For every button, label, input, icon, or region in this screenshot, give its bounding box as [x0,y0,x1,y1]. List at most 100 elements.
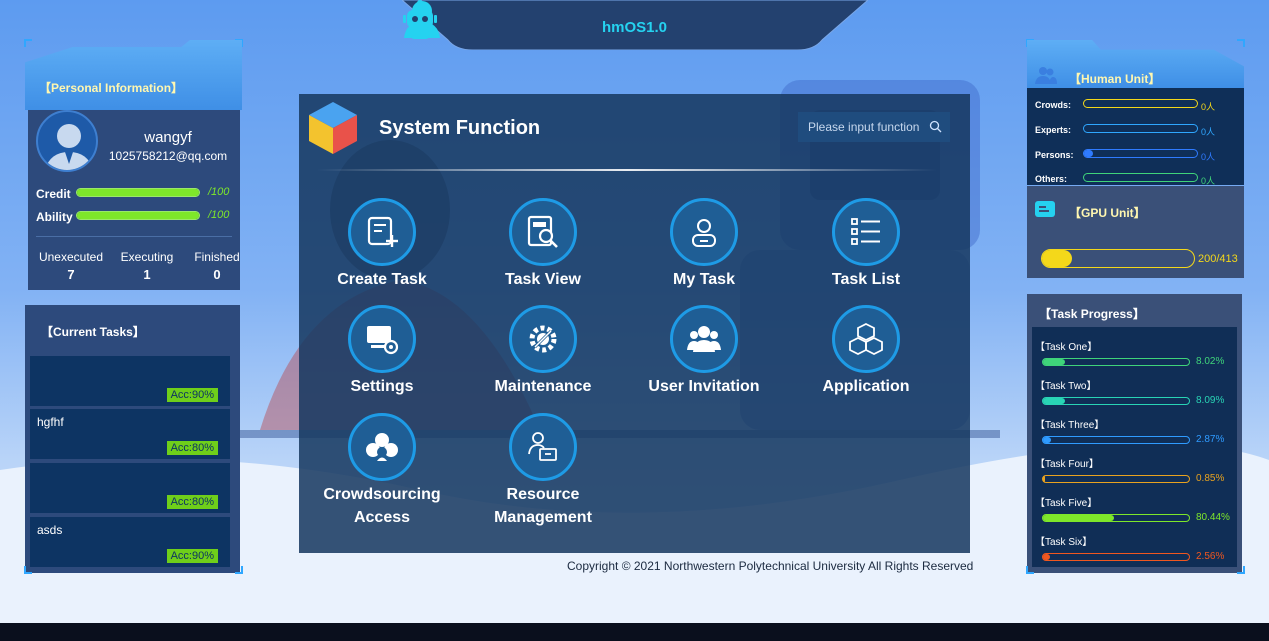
panel-corner [1237,566,1245,574]
task-progress-panel: 【Task Progress】 【Task One】 8.02% 【Task T… [1026,294,1245,574]
user-name: wangyf [144,129,192,146]
task-progress-name: 【Task Two】 [1035,381,1097,392]
ability-bar [76,211,200,220]
my-task-button[interactable]: My Task [634,198,774,291]
tile-label: Settings [350,378,414,395]
personal-info-body: wangyf 1025758212@qq.com Credit /100 Abi… [28,110,240,290]
application-icon [849,322,883,356]
task-card[interactable]: hgfhf Acc:80% [30,409,230,459]
user-invitation-button[interactable]: User Invitation [634,305,774,398]
gpu-usage-bar-fill [1042,250,1073,267]
tile-ring [348,198,416,266]
count-label: Unexecuted [38,250,104,264]
application-button[interactable]: Application [796,305,936,398]
gpu-icon [1035,201,1055,217]
user-invitation-icon [687,326,721,352]
resource-management-icon [528,432,557,461]
cube-logo-icon [309,102,357,154]
human-unit-bar-fill [1084,150,1094,157]
robot-icon [403,0,437,39]
task-progress-bar-fill [1043,554,1051,560]
task-card[interactable]: asds Acc:90% [30,517,230,567]
create-task-button[interactable]: Create Task [312,198,452,291]
task-card[interactable]: Acc:90% [30,356,230,406]
tile-ring [348,305,416,373]
human-unit-value: 0人 [1201,127,1216,137]
executing-count[interactable]: Executing 1 [112,250,182,282]
tile-label: Task View [505,271,581,288]
maintenance-icon [529,325,557,353]
finished-count[interactable]: Finished 0 [182,250,252,282]
task-progress-bar-fill [1043,476,1046,482]
ability-bar-fill [77,212,199,219]
task-progress-value: 8.09% [1196,395,1225,406]
task-view-icon [527,215,558,248]
task-list-icon [851,218,880,245]
divider [36,236,232,237]
task-progress-bar-fill [1043,515,1114,521]
count-value: 1 [143,267,151,282]
settings-button[interactable]: Settings [312,305,452,398]
user-email: 1025758212@qq.com [108,149,228,163]
personal-info-title: 【Personal Information】 [39,81,184,95]
task-list-button[interactable]: Task List [796,198,936,291]
search-input[interactable] [798,112,928,142]
panel-corner [1026,566,1034,574]
accuracy-badge: Acc:90% [166,549,218,563]
crowdsourcing-access-button[interactable]: Crowdsourcing Access [312,413,452,529]
tile-ring [670,305,738,373]
human-unit-value: 0人 [1201,152,1216,162]
task-progress-title: 【Task Progress】 [1039,307,1145,321]
avatar[interactable] [36,110,98,172]
panel-corner [1237,39,1245,47]
accuracy-badge: Acc:80% [166,441,218,455]
tile-ring [348,413,416,481]
page-title: System Function [379,117,541,139]
task-progress-bar-fill [1043,359,1065,365]
task-card[interactable]: Acc:80% [30,463,230,513]
task-progress-name: 【Task Six】 [1035,537,1093,548]
gpu-usage-bar [1041,249,1195,268]
task-progress-value: 80.44% [1196,512,1230,523]
human-unit-label: Persons: [1035,150,1074,160]
task-card-name: asds [37,523,63,537]
task-progress-bar [1042,397,1190,405]
copyright: Copyright © 2021 Northwestern Polytechni… [567,559,974,573]
gpu-unit-body: 【GPU Unit】 200/413 [1027,186,1244,278]
credit-max: /100 [208,186,230,198]
personal-info-panel: 【Personal Information】 wangyf 1025758212… [24,39,243,290]
task-progress-bar-fill [1043,398,1066,404]
tile-ring [832,198,900,266]
title-divider [317,169,937,171]
human-unit-value: 0人 [1201,102,1216,112]
current-tasks-title: 【Current Tasks】 [41,325,145,339]
tile-ring [509,413,577,481]
task-progress-value: 2.87% [1196,434,1225,445]
panel-corner [24,566,32,574]
maintenance-button[interactable]: Maintenance [473,305,613,398]
gpu-unit-title: 【GPU Unit】 [1069,206,1146,220]
tile-label: My Task [673,271,735,288]
count-label: Finished [194,250,240,264]
tile-label: Create Task [337,271,427,288]
tile-label: Crowdsourcing Access [323,486,441,526]
brand-title: hmOS1.0 [602,19,668,36]
human-unit-label: Experts: [1035,125,1072,135]
tile-label: User Invitation [648,378,760,395]
personal-info-header [25,40,242,110]
task-view-button[interactable]: Task View [473,198,613,291]
unexecuted-count[interactable]: Unexecuted 7 [36,250,106,282]
credit-bar-fill [77,189,199,196]
tile-ring [670,198,738,266]
accuracy-badge: Acc:90% [166,388,218,402]
task-progress-name: 【Task Four】 [1035,459,1099,470]
function-search [798,112,950,142]
create-task-icon [367,216,398,247]
search-icon[interactable] [929,120,942,133]
crowdsourcing-icon [366,433,398,461]
task-progress-name: 【Task Five】 [1035,498,1098,509]
resource-management-button[interactable]: Resource Management [473,413,613,529]
task-progress-bar [1042,358,1190,366]
human-unit-bar [1083,173,1198,182]
credit-bar [76,188,200,197]
